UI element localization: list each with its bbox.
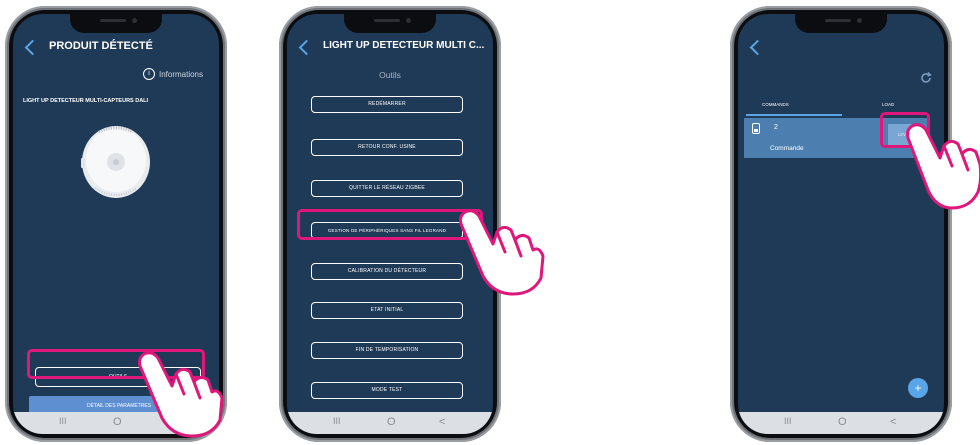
calibration-button[interactable]: CALIBRATION DU DÉTECTEUR <box>311 263 463 280</box>
initial-state-button[interactable]: ETAT INITIAL <box>311 302 463 319</box>
page-title: LIGHT UP DETECTEUR MULTI C... <box>323 40 485 51</box>
phone-notch <box>795 14 887 33</box>
home-icon[interactable]: O <box>838 416 847 428</box>
info-icon: i <box>142 68 155 80</box>
row-number: 2 <box>774 124 778 131</box>
android-navbar: III O < <box>287 412 493 434</box>
phone-notch <box>70 14 162 33</box>
product-image <box>81 126 150 198</box>
back-arrow-icon[interactable] <box>749 39 766 56</box>
row-label: Commande <box>770 145 804 152</box>
recent-apps-icon[interactable]: III <box>59 416 67 426</box>
back-arrow-icon[interactable] <box>24 39 41 56</box>
end-delay-button[interactable]: FIN DE TEMPORISATION <box>311 342 463 359</box>
remote-icon <box>752 123 760 134</box>
test-mode-button[interactable]: MODE TEST <box>311 382 463 399</box>
add-icon: + <box>914 381 922 395</box>
home-icon[interactable]: O <box>387 416 396 428</box>
back-nav-icon[interactable]: < <box>890 416 896 428</box>
factory-reset-button[interactable]: RETOUR CONF. USINE <box>311 139 463 156</box>
tab-load-label: LOAD <box>882 102 895 107</box>
add-fab[interactable]: + <box>908 378 928 398</box>
home-icon[interactable]: O <box>113 416 122 428</box>
back-arrow-icon[interactable] <box>298 39 315 56</box>
info-label: Informations <box>158 69 203 79</box>
tab-commands-label: COMMANDS <box>762 102 789 107</box>
refresh-icon[interactable] <box>920 72 932 84</box>
tab-commands[interactable]: COMMANDS <box>738 100 842 116</box>
leave-zigbee-button[interactable]: QUITTER LE RÉSEAU ZIGBEE <box>311 180 463 197</box>
recent-apps-icon[interactable]: III <box>333 416 341 426</box>
info-link[interactable]: i Informations <box>142 68 203 80</box>
pointing-hand-icon <box>459 209 545 296</box>
phone-frame-3: COMMANDS LOAD 2 Commande LEVER + III O < <box>730 6 952 442</box>
pointing-hand-icon <box>906 123 980 210</box>
restart-button[interactable]: REDÉMARRER <box>311 96 463 113</box>
tab-indicator <box>746 114 842 116</box>
product-name: LIGHT UP DETECTEUR MULTI-CAPTEURS DALI <box>23 98 149 104</box>
android-navbar: III O < <box>738 412 944 434</box>
recent-apps-icon[interactable]: III <box>784 416 792 426</box>
screen-commands: COMMANDS LOAD 2 Commande LEVER + III O < <box>738 14 944 434</box>
section-subtitle: Outils <box>379 70 401 80</box>
phone-notch <box>344 14 436 33</box>
back-nav-icon[interactable]: < <box>439 416 445 428</box>
pointing-hand-icon <box>138 351 224 438</box>
page-title: PRODUIT DÉTECTÉ <box>49 40 153 52</box>
